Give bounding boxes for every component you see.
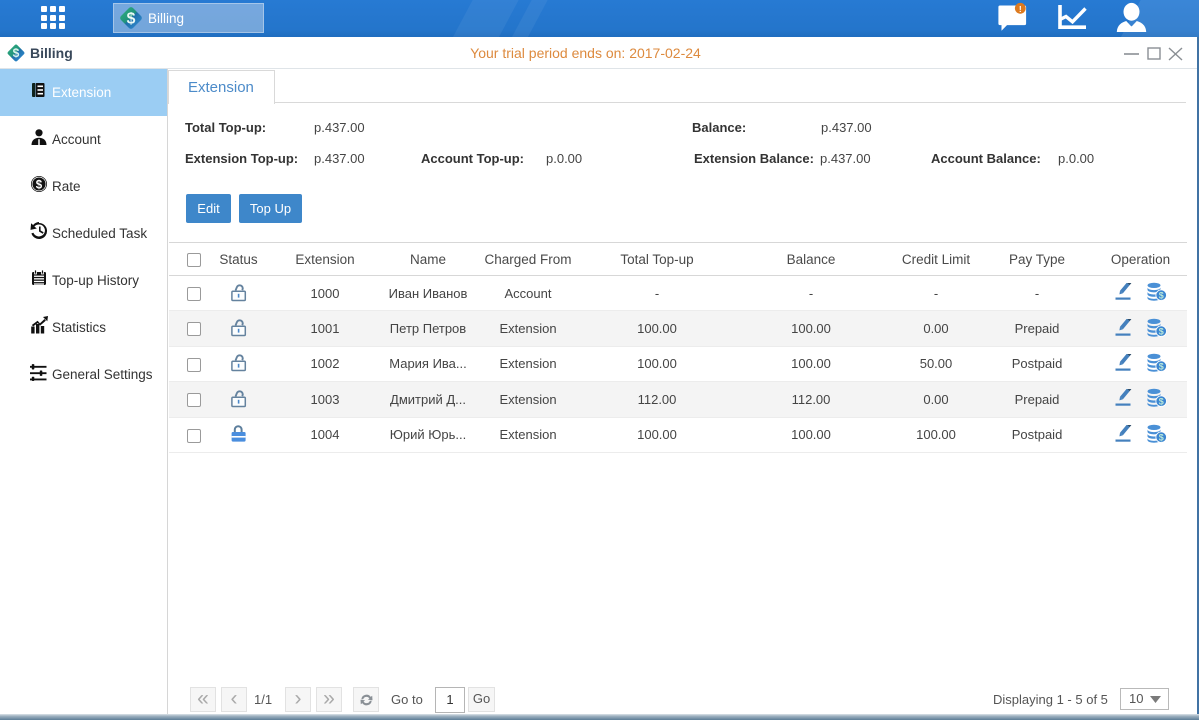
svg-text:$: $ <box>127 11 136 28</box>
svg-text:$: $ <box>1159 362 1164 372</box>
svg-text:!: ! <box>1019 4 1022 14</box>
svg-text:$: $ <box>1159 326 1164 336</box>
svg-text:$: $ <box>1159 397 1164 407</box>
svg-text:$: $ <box>1159 432 1164 442</box>
svg-text:$: $ <box>36 179 43 191</box>
svg-text:$: $ <box>13 46 20 60</box>
svg-text:$: $ <box>1159 291 1164 301</box>
